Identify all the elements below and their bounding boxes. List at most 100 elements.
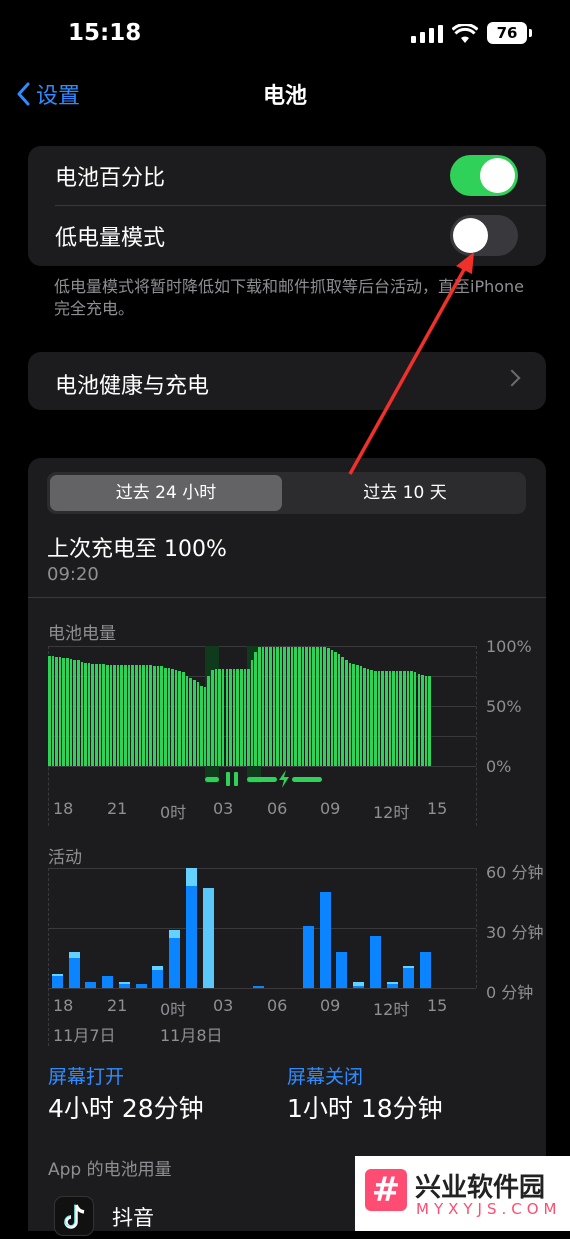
battery-level-bar <box>160 666 163 766</box>
battery-level-bar <box>102 664 105 766</box>
toggle-group: 电池百分比 低电量模式 <box>28 146 546 266</box>
x-tick-label: 12时 <box>373 1000 410 1019</box>
battery-level-bar <box>163 667 167 766</box>
battery-level-bar <box>283 647 287 766</box>
battery-level-bar <box>174 670 178 766</box>
activity-bar-screen-on <box>252 986 264 988</box>
battery-level-bar <box>337 654 341 766</box>
status-time: 15:18 <box>68 20 142 46</box>
battery-level-bar <box>142 665 145 766</box>
battery-health-row[interactable]: 电池健康与充电 <box>28 352 546 410</box>
watermark: # 兴业软件园 MYXYJS.COM <box>355 1156 570 1231</box>
app-usage-header: App 的电池用量 <box>48 1160 172 1180</box>
battery-level-bar <box>410 671 413 766</box>
battery-level-bar <box>377 671 381 766</box>
battery-level-bar <box>272 647 276 766</box>
low-power-mode-description: 低电量模式将暂时降低如下载和邮件抓取等后台活动，直至iPhone完全充电。 <box>54 277 525 318</box>
battery-level-bar <box>305 647 308 766</box>
battery-level-bar <box>98 664 102 766</box>
battery-level-bar <box>225 668 229 766</box>
x-tick-label: 15 <box>427 799 448 818</box>
battery-level-bar <box>95 664 98 766</box>
battery-level-bar <box>247 668 250 766</box>
low-power-mode-row: 低电量模式 <box>28 206 546 266</box>
activity-bar-screen-off <box>68 952 80 958</box>
toggle-knob <box>480 158 515 193</box>
battery-level-indicator: 76 <box>487 22 532 44</box>
activity-bar-screen-on <box>169 938 181 988</box>
battery-level-bar <box>312 647 316 766</box>
battery-level-bar <box>319 647 323 766</box>
x-tick-label: 0时 <box>160 1000 187 1019</box>
divider <box>28 597 546 598</box>
battery-level-bar <box>236 668 239 766</box>
battery-level-bar <box>316 647 319 766</box>
battery-level-bar <box>51 655 55 766</box>
battery-level-bar <box>48 655 51 766</box>
battery-level-bar <box>149 665 153 766</box>
battery-level-bar <box>218 668 221 766</box>
x-tick-label: 06 <box>267 996 288 1015</box>
app-name: 抖音 <box>112 1206 154 1230</box>
battery-level-bar <box>76 660 80 766</box>
tab-last-10-days[interactable]: 过去 10 天 <box>287 475 523 511</box>
battery-level-bar <box>417 673 421 766</box>
battery-level-bar <box>69 659 73 766</box>
battery-level-bar <box>392 671 395 766</box>
battery-level-bar <box>109 665 113 766</box>
battery-level-bar <box>287 647 290 766</box>
activity-chart-label: 活动 <box>48 848 82 868</box>
battery-level-bar <box>62 658 66 766</box>
battery-level-bar <box>345 660 348 766</box>
x-tick-label: 21 <box>107 996 128 1015</box>
battery-level-bar <box>87 662 91 766</box>
low-power-mode-label: 低电量模式 <box>55 226 166 251</box>
battery-level-bar <box>297 647 301 766</box>
battery-level-bar <box>178 671 182 766</box>
battery-level-bar <box>424 676 428 766</box>
battery-level-bar <box>55 656 58 766</box>
battery-percentage-toggle[interactable] <box>450 155 518 196</box>
screen-off-label: 屏幕关闭 <box>287 1066 364 1088</box>
battery-level-bar <box>363 667 366 766</box>
activity-bar-screen-on <box>336 952 348 988</box>
x-tick-label: 21 <box>107 799 128 818</box>
battery-level-bar <box>294 647 297 766</box>
low-power-mode-toggle[interactable] <box>450 215 518 256</box>
battery-level-bar <box>145 665 149 766</box>
battery-level-bar <box>250 660 254 766</box>
battery-level-chart-label: 电池电量 <box>48 624 116 644</box>
battery-level-bar <box>58 656 62 766</box>
app-row[interactable]: 抖音 <box>28 1186 358 1236</box>
battery-level-bar <box>196 682 200 766</box>
tab-last-24-hours[interactable]: 过去 24 小时 <box>50 475 282 511</box>
battery-level-bar <box>261 647 265 766</box>
battery-level-bar <box>171 668 174 766</box>
activity-bar-screen-off <box>152 966 164 970</box>
battery-level-bar <box>120 665 124 766</box>
battery-level-bar <box>254 652 258 766</box>
battery-level-bar <box>308 647 312 766</box>
battery-level-bar <box>66 658 69 766</box>
x-tick-label: 15 <box>427 996 448 1015</box>
activity-bar-screen-off <box>353 982 365 986</box>
battery-level-bar <box>203 686 207 766</box>
battery-level-bar <box>330 649 334 766</box>
activity-bar-screen-off <box>403 966 415 968</box>
x-tick-label: 06 <box>267 799 288 818</box>
watermark-url: MYXYJS.COM <box>416 1200 562 1218</box>
x-tick-label: 03 <box>213 996 234 1015</box>
x-tick-label: 18 <box>53 996 74 1015</box>
activity-bar-screen-on <box>85 982 97 988</box>
toggle-knob <box>453 218 488 253</box>
screen-on-label: 屏幕打开 <box>48 1066 125 1088</box>
battery-level-bar <box>374 671 377 766</box>
x-tick-label: 12时 <box>373 803 410 822</box>
battery-level-bar <box>134 665 138 766</box>
x-tick-label: 09 <box>320 799 341 818</box>
x-tick-label: 09 <box>320 996 341 1015</box>
back-button[interactable]: 设置 <box>16 78 80 110</box>
battery-level-bar <box>127 665 131 766</box>
chevron-right-icon <box>503 369 521 387</box>
battery-level-bar <box>185 676 189 766</box>
